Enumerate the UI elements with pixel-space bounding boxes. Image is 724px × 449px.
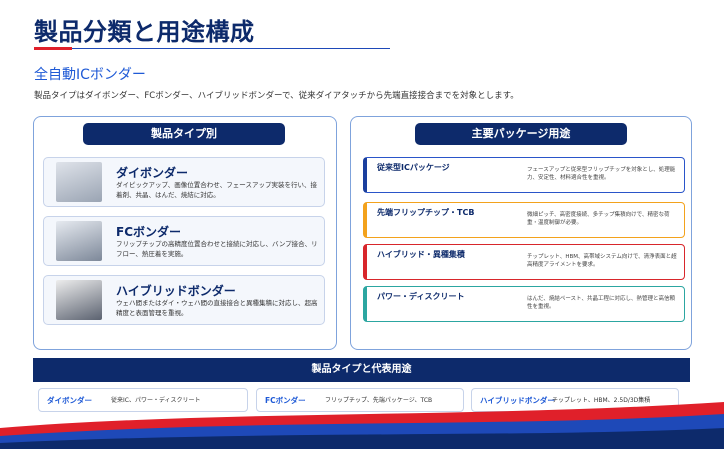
package-name: パワー・ディスクリート (377, 292, 465, 301)
summary-item-use: チップレット、HBM、2.5D/3D集積 (552, 397, 651, 404)
product-card-fc-bonder: FCボンダー フリップチップの高精度位置合わせと接続に対応し、バンプ接合、リフロ… (43, 216, 325, 266)
summary-item-name: FCボンダー (265, 396, 306, 405)
package-card-power-discrete: パワー・ディスクリート はんだ、焼結ペースト、共晶工程に対応し、熱管理と高信頼性… (363, 286, 685, 322)
product-name: ダイボンダー (116, 166, 189, 180)
fc-bonder-image (56, 221, 102, 261)
product-description: フリップチップの高精度位置合わせと接続に対応し、バンプ接合、リフロー、熱圧着を実… (116, 240, 318, 258)
summary-item-name: ハイブリッドボンダー (480, 396, 555, 405)
package-name: 先端フリップチップ・TCB (377, 208, 475, 217)
summary-item-name: ダイボンダー (47, 396, 92, 405)
product-card-die-bonder: ダイボンダー ダイピックアップ、画像位置合わせ、フェースアップ実装を行い、接着剤… (43, 157, 325, 207)
package-card-hybrid-heterogeneous: ハイブリッド・異種集積 チップレット、HBM、高帯域システム向けで、清浄表面と超… (363, 244, 685, 280)
swoosh-blue-band (0, 414, 724, 449)
swoosh-navy-band (0, 428, 724, 449)
package-description: チップレット、HBM、高帯域システム向けで、清浄表面と超高精度アライメントを要求… (527, 254, 677, 268)
summary-item-use: 従来IC、パワー・ディスクリート (111, 397, 201, 404)
page-description: 製品タイプはダイボンダー、FCボンダー、ハイブリッドボンダーで、従来ダイアタッチ… (34, 91, 519, 101)
summary-item-hybrid-bonder: ハイブリッドボンダー チップレット、HBM、2.5D/3D集積 (471, 388, 679, 412)
summary-item-die-bonder: ダイボンダー 従来IC、パワー・ディスクリート (38, 388, 248, 412)
summary-header: 製品タイプと代表用途 (33, 358, 690, 382)
package-name: 従来型ICパッケージ (377, 163, 450, 172)
summary-item-use: フリップチップ、先端パッケージ、TCB (325, 397, 433, 404)
product-type-header: 製品タイプ別 (83, 123, 285, 145)
die-bonder-image (56, 162, 102, 202)
package-card-advanced-flip-chip: 先端フリップチップ・TCB 微細ピッチ、高密度接続、多チップ集積向けで、精密な荷… (363, 202, 685, 238)
package-application-panel: 主要パッケージ用途 従来型ICパッケージ フェースアップと従来型フリップチップを… (350, 116, 692, 350)
title-underline-blue (72, 48, 390, 49)
package-card-conventional-ic: 従来型ICパッケージ フェースアップと従来型フリップチップを対象とし、処理能力、… (363, 157, 685, 193)
summary-item-fc-bonder: FCボンダー フリップチップ、先端パッケージ、TCB (256, 388, 464, 412)
page-subtitle: 全自動ICボンダー (34, 67, 146, 83)
package-description: 微細ピッチ、高密度接続、多チップ集積向けで、精密な荷重・温度制御が必要。 (527, 212, 670, 226)
package-application-header: 主要パッケージ用途 (415, 123, 627, 145)
package-description: フェースアップと従来型フリップチップを対象とし、処理能力、安定性、材料適合性を重… (527, 167, 676, 181)
product-name: FCボンダー (116, 225, 182, 239)
package-description: はんだ、焼結ペースト、共晶工程に対応し、熱管理と高信頼性を重視。 (527, 296, 675, 310)
product-description: ウェハ間またはダイ・ウェハ間の直接接合と異種集積に対応し、超高精度と表面管理を重… (116, 299, 318, 317)
page-title: 製品分類と用途構成 (34, 18, 255, 46)
product-card-hybrid-bonder: ハイブリッドボンダー ウェハ間またはダイ・ウェハ間の直接接合と異種集積に対応し、… (43, 275, 325, 325)
product-name: ハイブリッドボンダー (116, 284, 236, 298)
product-type-panel: 製品タイプ別 ダイボンダー ダイピックアップ、画像位置合わせ、フェースアップ実装… (33, 116, 337, 350)
package-name: ハイブリッド・異種集積 (377, 250, 465, 259)
title-underline-red (34, 47, 72, 50)
hybrid-bonder-image (56, 280, 102, 320)
product-description: ダイピックアップ、画像位置合わせ、フェースアップ実装を行い、接着剤、共晶、はんだ… (116, 181, 317, 199)
